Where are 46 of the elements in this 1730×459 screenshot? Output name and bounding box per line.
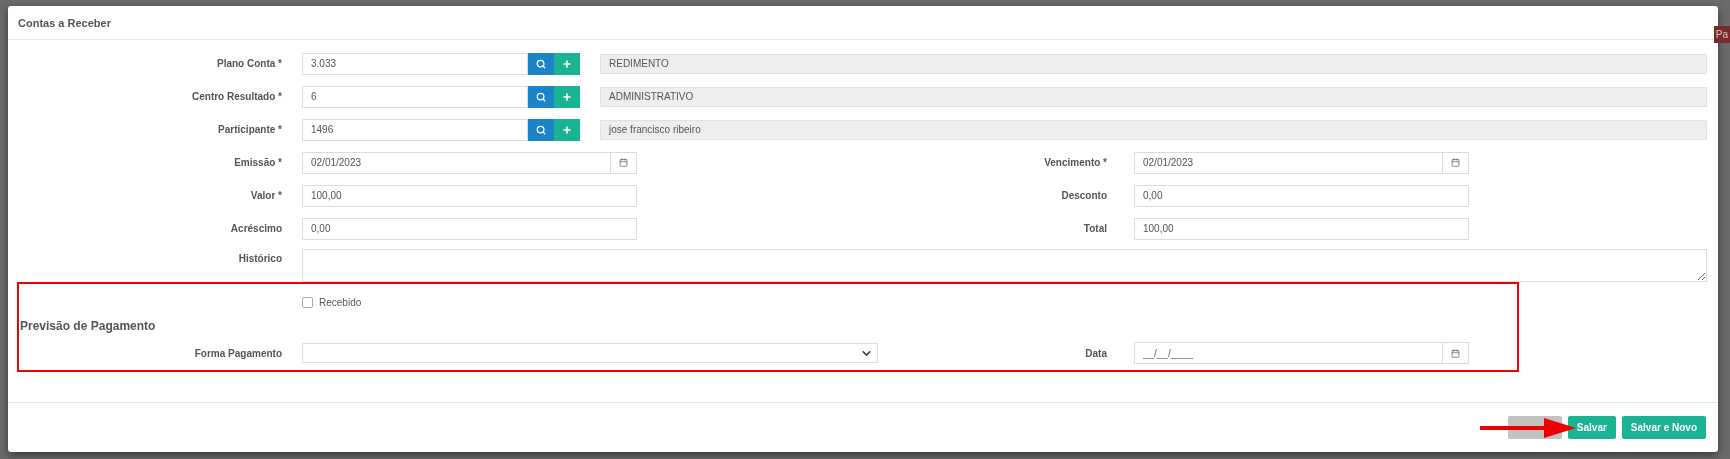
field-label: Emissão * [233,157,283,168]
date-field[interactable]: 02/01/2023 [302,151,611,174]
input-field[interactable]: 3.033 [302,52,528,75]
checkbox-label: Recebido [319,296,362,308]
search-button[interactable] [528,85,554,108]
calendar-icon[interactable] [619,158,628,167]
plus-icon [562,91,572,102]
search-icon [536,58,546,69]
date-field[interactable]: __/__/____ [1134,342,1443,364]
date-field[interactable]: 02/01/2023 [1134,151,1443,174]
input-field[interactable]: 1496 [302,118,528,141]
input-field[interactable]: 0,00 [302,217,637,240]
search-icon [536,124,546,135]
add-button[interactable] [554,52,580,75]
plus-icon [562,58,572,69]
field-label: Total [1082,223,1108,234]
field-label: Acréscimo [229,223,283,234]
input-field[interactable]: 100,00 [1134,217,1469,240]
description-field: jose francisco ribeiro [600,119,1707,140]
field-label: Desconto [1060,190,1108,201]
add-button[interactable] [554,118,580,141]
section-title: Previsão de Pagamento [19,319,156,333]
field-label: Participante * [217,124,283,135]
checkbox[interactable] [302,296,313,308]
description-field: ADMINISTRATIVO [600,86,1707,107]
search-button[interactable] [528,52,554,75]
field-label: Valor * [249,190,283,201]
field-label: Data [1084,347,1108,359]
history-field[interactable] [302,249,1707,282]
add-button[interactable] [554,85,580,108]
search-button[interactable] [528,118,554,141]
input-field[interactable]: 6 [302,85,528,108]
field-label: Plano Conta * [216,58,283,69]
description-field: REDIMENTO [600,53,1707,74]
field-label: Histórico [237,252,283,264]
calendar-icon[interactable] [1451,158,1460,167]
input-field[interactable]: 100,00 [302,184,637,207]
search-icon [536,91,546,102]
calendar-icon[interactable] [1451,348,1460,358]
field-label: Forma Pagamento [193,347,283,359]
plus-icon [562,124,572,135]
window-title: Contas a Receber [18,16,111,29]
select-field[interactable] [302,343,878,363]
input-field[interactable]: 0,00 [1134,184,1469,207]
field-label: Vencimento * [1043,157,1108,168]
field-label: Centro Resultado * [191,91,283,102]
